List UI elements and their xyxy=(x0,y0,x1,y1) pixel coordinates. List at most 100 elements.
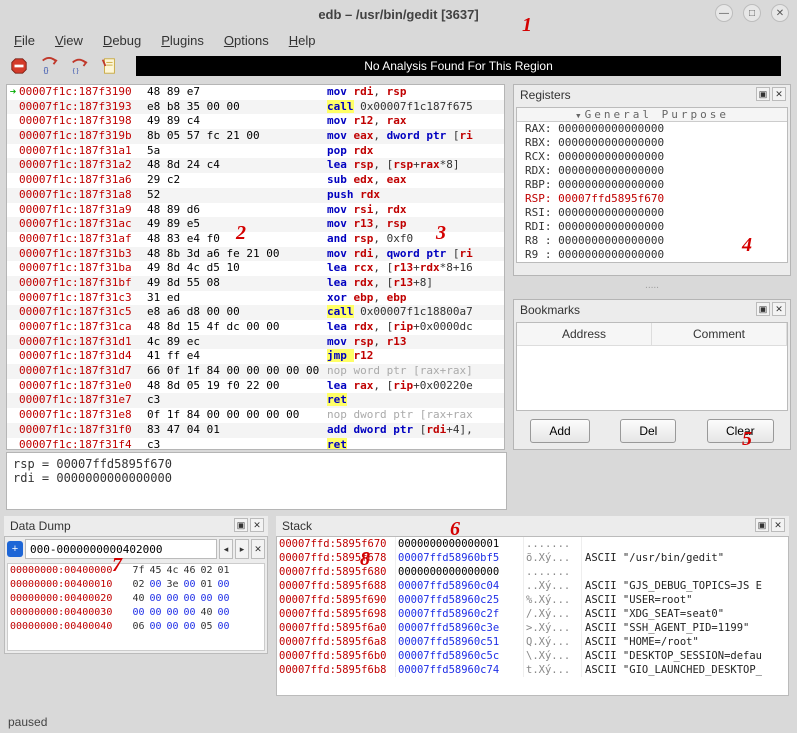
disasm-row[interactable]: 00007f1c:187f31bf49 8d 55 08lea rdx, [r1… xyxy=(7,276,504,291)
disasm-row[interactable]: 00007f1c:187f319849 89 c4mov r12, rax xyxy=(7,114,504,129)
menu-debug[interactable]: Debug xyxy=(103,33,141,48)
info-panel: rsp = 00007ffd5895f670 rdi = 00000000000… xyxy=(6,452,507,510)
disasm-row[interactable]: 00007f1c:187f31a948 89 d6mov rsi, rdx xyxy=(7,203,504,218)
stack-row[interactable]: 00007ffd:5895f69800007ffd58960c2f/.Xý...… xyxy=(277,607,788,621)
stack-body[interactable]: 00007ffd:5895f6700000000000000001.......… xyxy=(276,536,789,696)
disasm-row[interactable]: 00007f1c:187f31ba49 8d 4c d5 10lea rcx, … xyxy=(7,261,504,276)
stack-panel: Stack ▣✕ 00007ffd:5895f67000000000000000… xyxy=(274,516,791,696)
status-bar: paused xyxy=(0,715,797,733)
disasm-row[interactable]: 00007f1c:187f3193e8 b8 35 00 00call 0x00… xyxy=(7,100,504,115)
register-row[interactable]: RSP: 00007ffd5895f670 xyxy=(517,192,787,206)
stack-row[interactable]: 00007ffd:5895f6b000007ffd58960c5c\.Xý...… xyxy=(277,649,788,663)
bookmarks-col-comment[interactable]: Comment xyxy=(652,323,787,345)
disasm-row[interactable]: 00007f1c:187f31b348 8b 3d a6 fe 21 00mov… xyxy=(7,247,504,262)
disasm-row[interactable]: 00007f1c:187f31d766 0f 1f 84 00 00 00 00… xyxy=(7,364,504,379)
disasm-row[interactable]: 00007f1c:187f31d441 ff e4jmp r12 xyxy=(7,349,504,364)
register-row[interactable]: RAX: 0000000000000000 xyxy=(517,122,787,136)
stack-row[interactable]: 00007ffd:5895f68800007ffd58960c04..Xý...… xyxy=(277,579,788,593)
minimize-button[interactable]: — xyxy=(715,4,733,22)
stack-row[interactable]: 00007ffd:5895f6a800007ffd58960c51Q.Xý...… xyxy=(277,635,788,649)
register-row[interactable]: RCX: 0000000000000000 xyxy=(517,150,787,164)
disasm-row[interactable]: 00007f1c:187f31a248 8d 24 c4lea rsp, [rs… xyxy=(7,158,504,173)
register-row[interactable]: R8 : 0000000000000000 xyxy=(517,234,787,248)
dump-row[interactable]: 00000000:00400020400000000000 xyxy=(8,592,264,606)
panel-close-icon[interactable]: ✕ xyxy=(250,518,264,532)
panel-undock-icon[interactable]: ▣ xyxy=(756,87,770,101)
stack-title: Stack xyxy=(282,519,312,533)
disasm-row[interactable]: 00007f1c:187f31e7c3ret xyxy=(7,393,504,408)
dump-address-input[interactable] xyxy=(25,539,217,559)
disasm-row[interactable]: 00007f1c:187f31f4c3ret xyxy=(7,438,504,451)
panel-grip[interactable]: ∙∙∙∙∙ xyxy=(513,282,791,293)
panel-undock-icon[interactable]: ▣ xyxy=(755,518,769,532)
window-title: edb – /usr/bin/gedit [3637] xyxy=(318,7,478,22)
maximize-button[interactable]: □ xyxy=(743,4,761,22)
disasm-row[interactable]: 00007f1c:187f31a852push rdx xyxy=(7,188,504,203)
bookmarks-clear-button[interactable]: Clear xyxy=(707,419,774,443)
dump-row[interactable]: 00000000:00400040060000000500 xyxy=(8,620,264,634)
bookmarks-del-button[interactable]: Del xyxy=(620,419,676,443)
disasm-row[interactable]: 00007f1c:187f31c5e8 a6 d8 00 00call 0x00… xyxy=(7,305,504,320)
bookmarks-body[interactable]: Address Comment xyxy=(516,322,788,411)
disasm-row[interactable]: 00007f1c:187f31af48 83 e4 f0and rsp, 0xf… xyxy=(7,232,504,247)
disasm-row[interactable]: 00007f1c:187f31a629 c2sub edx, eax xyxy=(7,173,504,188)
step-into-icon[interactable]: {} xyxy=(40,57,58,75)
bookmarks-add-button[interactable]: Add xyxy=(530,419,589,443)
panel-close-icon[interactable]: ✕ xyxy=(772,302,786,316)
disasm-row[interactable]: 00007f1c:187f319b8b 05 57 fc 21 00mov ea… xyxy=(7,129,504,144)
disasm-row[interactable]: 00007f1c:187f31ca48 8d 15 4f dc 00 00lea… xyxy=(7,320,504,335)
dump-row[interactable]: 00000000:00400030000000004000 xyxy=(8,606,264,620)
menu-bar: File View Debug Plugins Options Help xyxy=(0,28,797,52)
registers-body[interactable]: ▾ General Purpose RAX: 0000000000000000 … xyxy=(516,107,788,263)
disasm-row[interactable]: 00007f1c:187f31ac49 89 e5mov r13, rsp xyxy=(7,217,504,232)
menu-plugins[interactable]: Plugins xyxy=(161,33,204,48)
stack-row[interactable]: 00007ffd:5895f69000007ffd58960c25%.Xý...… xyxy=(277,593,788,607)
dump-add-tab-button[interactable]: + xyxy=(7,541,23,557)
dump-row[interactable]: 00000000:004000007f454c460201 xyxy=(8,564,264,578)
stack-row[interactable]: 00007ffd:5895f6800000000000000000....... xyxy=(277,565,788,579)
disasm-row[interactable]: 00007f1c:187f31e80f 1f 84 00 00 00 00 00… xyxy=(7,408,504,423)
info-line-rdi: rdi = 0000000000000000 xyxy=(13,471,500,485)
disasm-row[interactable]: 00007f1c:187f31c331 edxor ebp, ebp xyxy=(7,291,504,306)
stack-row[interactable]: 00007ffd:5895f6700000000000000001....... xyxy=(277,537,788,551)
panel-undock-icon[interactable]: ▣ xyxy=(234,518,248,532)
stack-row[interactable]: 00007ffd:5895f6b800007ffd58960c74t.Xý...… xyxy=(277,663,788,677)
register-row[interactable]: RDI: 0000000000000000 xyxy=(517,220,787,234)
menu-file[interactable]: File xyxy=(14,33,35,48)
disasm-row[interactable]: 00007f1c:187f31d14c 89 ecmov rsp, r13 xyxy=(7,335,504,350)
bookmarks-title: Bookmarks xyxy=(520,303,580,317)
panel-close-icon[interactable]: ✕ xyxy=(772,87,786,101)
menu-options[interactable]: Options xyxy=(224,33,269,48)
close-button[interactable]: ✕ xyxy=(771,4,789,22)
dump-prev-button[interactable]: ◂ xyxy=(219,539,233,559)
disasm-row[interactable]: 00007f1c:187f31f083 47 04 01add dword pt… xyxy=(7,423,504,438)
register-row[interactable]: R9 : 0000000000000000 xyxy=(517,248,787,262)
panel-undock-icon[interactable]: ▣ xyxy=(756,302,770,316)
register-row[interactable]: RBP: 0000000000000000 xyxy=(517,178,787,192)
stack-row[interactable]: 00007ffd:5895f67800007ffd58960bf5õ.Xý...… xyxy=(277,551,788,565)
notes-icon[interactable] xyxy=(100,57,118,75)
dump-close-tab-button[interactable]: ✕ xyxy=(251,539,265,559)
disassembly-panel: ➔00007f1c:187f319048 89 e7mov rdi, rsp00… xyxy=(6,84,505,450)
bookmarks-col-address[interactable]: Address xyxy=(517,323,652,345)
disasm-row[interactable]: ➔00007f1c:187f319048 89 e7mov rdi, rsp xyxy=(7,85,504,100)
dump-grid[interactable]: 00000000:004000007f454c46020100000000:00… xyxy=(7,563,265,651)
register-row[interactable]: RSI: 0000000000000000 xyxy=(517,206,787,220)
stop-icon[interactable] xyxy=(10,57,28,75)
info-line-rsp: rsp = 00007ffd5895f670 xyxy=(13,457,500,471)
register-row[interactable]: RBX: 0000000000000000 xyxy=(517,136,787,150)
svg-text:{ }: { } xyxy=(73,67,79,74)
analysis-banner: No Analysis Found For This Region xyxy=(136,56,781,76)
disassembly-body[interactable]: ➔00007f1c:187f319048 89 e7mov rdi, rsp00… xyxy=(6,84,505,450)
registers-title: Registers xyxy=(520,88,571,102)
panel-close-icon[interactable]: ✕ xyxy=(771,518,785,532)
dump-next-button[interactable]: ▸ xyxy=(235,539,249,559)
disasm-row[interactable]: 00007f1c:187f31a15apop rdx xyxy=(7,144,504,159)
menu-help[interactable]: Help xyxy=(289,33,316,48)
step-over-icon[interactable]: { } xyxy=(70,57,88,75)
disasm-row[interactable]: 00007f1c:187f31e048 8d 05 19 f0 22 00lea… xyxy=(7,379,504,394)
stack-row[interactable]: 00007ffd:5895f6a000007ffd58960c3e>.Xý...… xyxy=(277,621,788,635)
menu-view[interactable]: View xyxy=(55,33,83,48)
dump-row[interactable]: 00000000:0040001002003e000100 xyxy=(8,578,264,592)
register-row[interactable]: RDX: 0000000000000000 xyxy=(517,164,787,178)
